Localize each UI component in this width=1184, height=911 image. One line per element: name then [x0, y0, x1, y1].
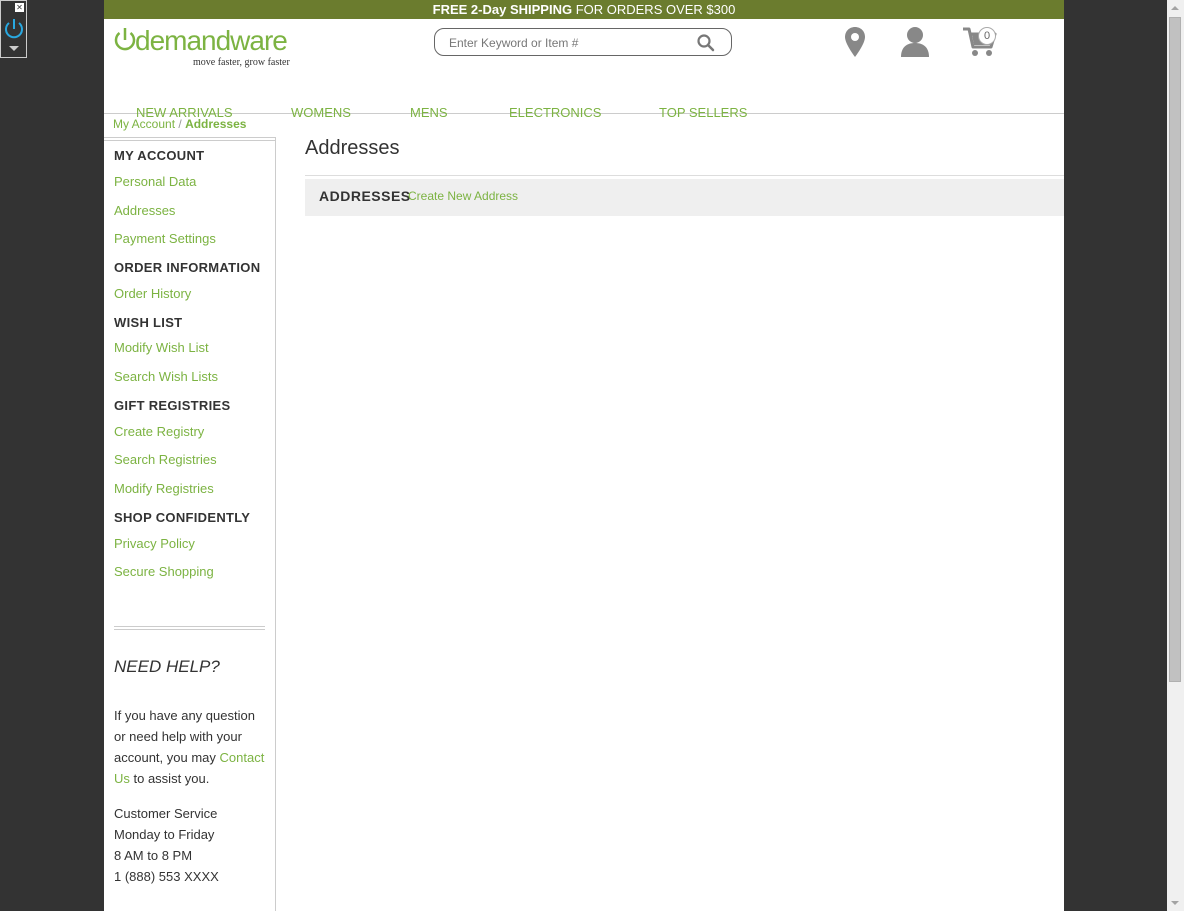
sidebar-link-create-registry[interactable]: Create Registry [114, 424, 204, 439]
scroll-down-arrow-icon[interactable] [1171, 901, 1179, 905]
sidebar-link-payment-settings[interactable]: Payment Settings [114, 231, 216, 246]
sidebar-link-modify-wish-list[interactable]: Modify Wish List [114, 340, 209, 355]
sidebar-heading-my-account: MY ACCOUNT [114, 148, 205, 163]
create-new-address-link[interactable]: Create New Address [408, 189, 518, 203]
search-input[interactable] [447, 34, 691, 52]
scrollbar-thumb[interactable] [1169, 17, 1181, 682]
service-label: Customer Service [114, 806, 218, 821]
sidebar-link-addresses[interactable]: Addresses [114, 203, 175, 218]
nav-electronics[interactable]: ELECTRONICS [509, 105, 601, 120]
store-locator-icon[interactable] [844, 26, 866, 58]
search-icon[interactable] [697, 34, 715, 52]
nav-womens[interactable]: WOMENS [291, 105, 351, 120]
search-box [434, 28, 732, 56]
sidebar-divider [104, 137, 275, 138]
page: FREE 2-Day SHIPPING FOR ORDERS OVER $300… [104, 0, 1064, 911]
sidebar-link-secure-shopping[interactable]: Secure Shopping [114, 564, 214, 579]
sidebar-divider [114, 626, 265, 627]
dev-widget[interactable]: ✕ [0, 0, 27, 58]
account-icon[interactable] [899, 25, 931, 57]
promo-text: FOR ORDERS OVER $300 [572, 2, 736, 17]
breadcrumb: My Account / Addresses [113, 117, 246, 131]
help-text: If you have any question or need help wi… [114, 705, 269, 789]
service-days: Monday to Friday [114, 827, 215, 842]
sidebar-link-privacy-policy[interactable]: Privacy Policy [114, 536, 195, 551]
sidebar-heading-order-information: ORDER INFORMATION [114, 260, 261, 275]
cart-count-badge[interactable]: 0 [978, 27, 996, 45]
addresses-panel-title: ADDRESSES [319, 188, 411, 204]
title-divider [305, 175, 1064, 176]
vertical-scrollbar[interactable] [1167, 0, 1184, 911]
sidebar-link-search-registries[interactable]: Search Registries [114, 452, 217, 467]
nav-mens[interactable]: MENS [410, 105, 448, 120]
sidebar-link-order-history[interactable]: Order History [114, 286, 191, 301]
sidebar-heading-shop-confidently: SHOP CONFIDENTLY [114, 510, 251, 525]
nav-top-sellers[interactable]: TOP SELLERS [659, 105, 747, 120]
promo-highlight: FREE 2-Day SHIPPING [432, 2, 573, 17]
logo-tagline: move faster, grow faster [193, 57, 290, 68]
customer-service-info: Customer Service Monday to Friday 8 AM t… [114, 803, 219, 887]
logo-wordmark: demandware [135, 25, 288, 56]
breadcrumb-current[interactable]: Addresses [185, 117, 246, 131]
sidebar-divider [104, 140, 275, 141]
sidebar-heading-gift-registries: GIFT REGISTRIES [114, 398, 231, 413]
power-icon[interactable] [3, 17, 25, 41]
help-text-outro: to assist you. [129, 771, 210, 786]
chevron-down-icon[interactable] [9, 46, 19, 51]
addresses-panel-header: ADDRESSES Create New Address [305, 179, 1064, 216]
site-header: demandware move faster, grow faster Ente… [104, 19, 1064, 120]
power-logo-icon [114, 28, 136, 51]
service-hours: 8 AM to 8 PM [114, 848, 193, 863]
sidebar-heading-wish-list: WISH LIST [114, 315, 183, 330]
sidebar-link-search-wish-lists[interactable]: Search Wish Lists [114, 369, 218, 384]
need-help-heading: NEED HELP? [114, 657, 220, 676]
promo-banner: FREE 2-Day SHIPPING FOR ORDERS OVER $300 [104, 0, 1064, 19]
account-sidebar: MY ACCOUNT Personal Data Addresses Payme… [104, 137, 276, 911]
close-icon[interactable]: ✕ [15, 3, 24, 12]
sidebar-divider [114, 629, 265, 630]
page-title: Addresses [305, 137, 400, 159]
sidebar-link-personal-data[interactable]: Personal Data [114, 174, 196, 189]
breadcrumb-my-account[interactable]: My Account [113, 117, 175, 131]
sidebar-link-modify-registries[interactable]: Modify Registries [114, 481, 214, 496]
service-phone: 1 (888) 553 XXXX [114, 869, 219, 884]
breadcrumb-separator: / [178, 117, 182, 131]
scroll-up-arrow-icon[interactable] [1171, 6, 1179, 10]
